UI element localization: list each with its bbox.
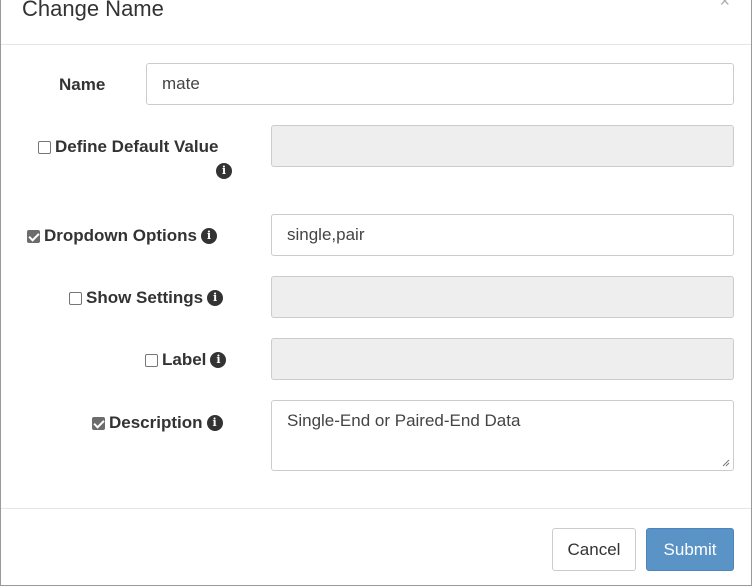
dialog-title: Change Name	[22, 0, 164, 21]
info-icon[interactable]: i	[210, 352, 227, 368]
description-checkbox[interactable]	[92, 416, 105, 430]
info-icon[interactable]: i	[206, 415, 223, 431]
show-settings-label-row: Show Settings i	[69, 287, 224, 309]
label-label: Label	[162, 350, 207, 369]
default-value-label: Define Default Value	[55, 137, 219, 156]
info-icon[interactable]: i	[200, 228, 217, 244]
show-settings-label: Show Settings	[86, 288, 204, 307]
dropdown-options-label-row: Dropdown Options i	[27, 225, 217, 247]
show-settings-checkbox[interactable]	[69, 291, 82, 305]
dialog-footer: Cancel Submit	[1, 508, 751, 586]
name-input[interactable]: mate	[146, 63, 734, 105]
cancel-button[interactable]: Cancel	[552, 528, 636, 571]
description-text: Single-End or Paired-End Data	[287, 411, 521, 430]
default-value-label-row: Define Default Value	[38, 136, 218, 158]
default-value-checkbox[interactable]	[38, 140, 51, 154]
info-icon[interactable]: i	[207, 290, 224, 306]
change-name-dialog: Change Name × Name mate Define Default V…	[0, 0, 752, 586]
show-settings-input[interactable]	[271, 276, 734, 318]
dropdown-options-label: Dropdown Options	[44, 226, 197, 245]
dropdown-options-checkbox[interactable]	[27, 229, 40, 243]
submit-button[interactable]: Submit	[646, 528, 734, 571]
description-textarea[interactable]: Single-End or Paired-End Data	[271, 400, 734, 471]
label-label-row: Label i	[145, 349, 227, 371]
name-label-row: Name	[59, 74, 105, 96]
dropdown-options-input[interactable]: single,pair	[271, 214, 734, 256]
close-icon[interactable]: ×	[719, 0, 730, 10]
description-label: Description	[109, 413, 203, 432]
resize-handle-icon[interactable]	[722, 459, 730, 467]
dialog-header: Change Name ×	[1, 0, 751, 45]
default-value-info-row: i	[212, 163, 232, 179]
label-checkbox[interactable]	[145, 353, 158, 367]
description-label-row: Description i	[92, 412, 223, 434]
default-value-input[interactable]	[271, 125, 734, 167]
info-icon[interactable]: i	[216, 163, 232, 179]
name-label: Name	[59, 75, 106, 94]
label-input[interactable]	[271, 338, 734, 380]
